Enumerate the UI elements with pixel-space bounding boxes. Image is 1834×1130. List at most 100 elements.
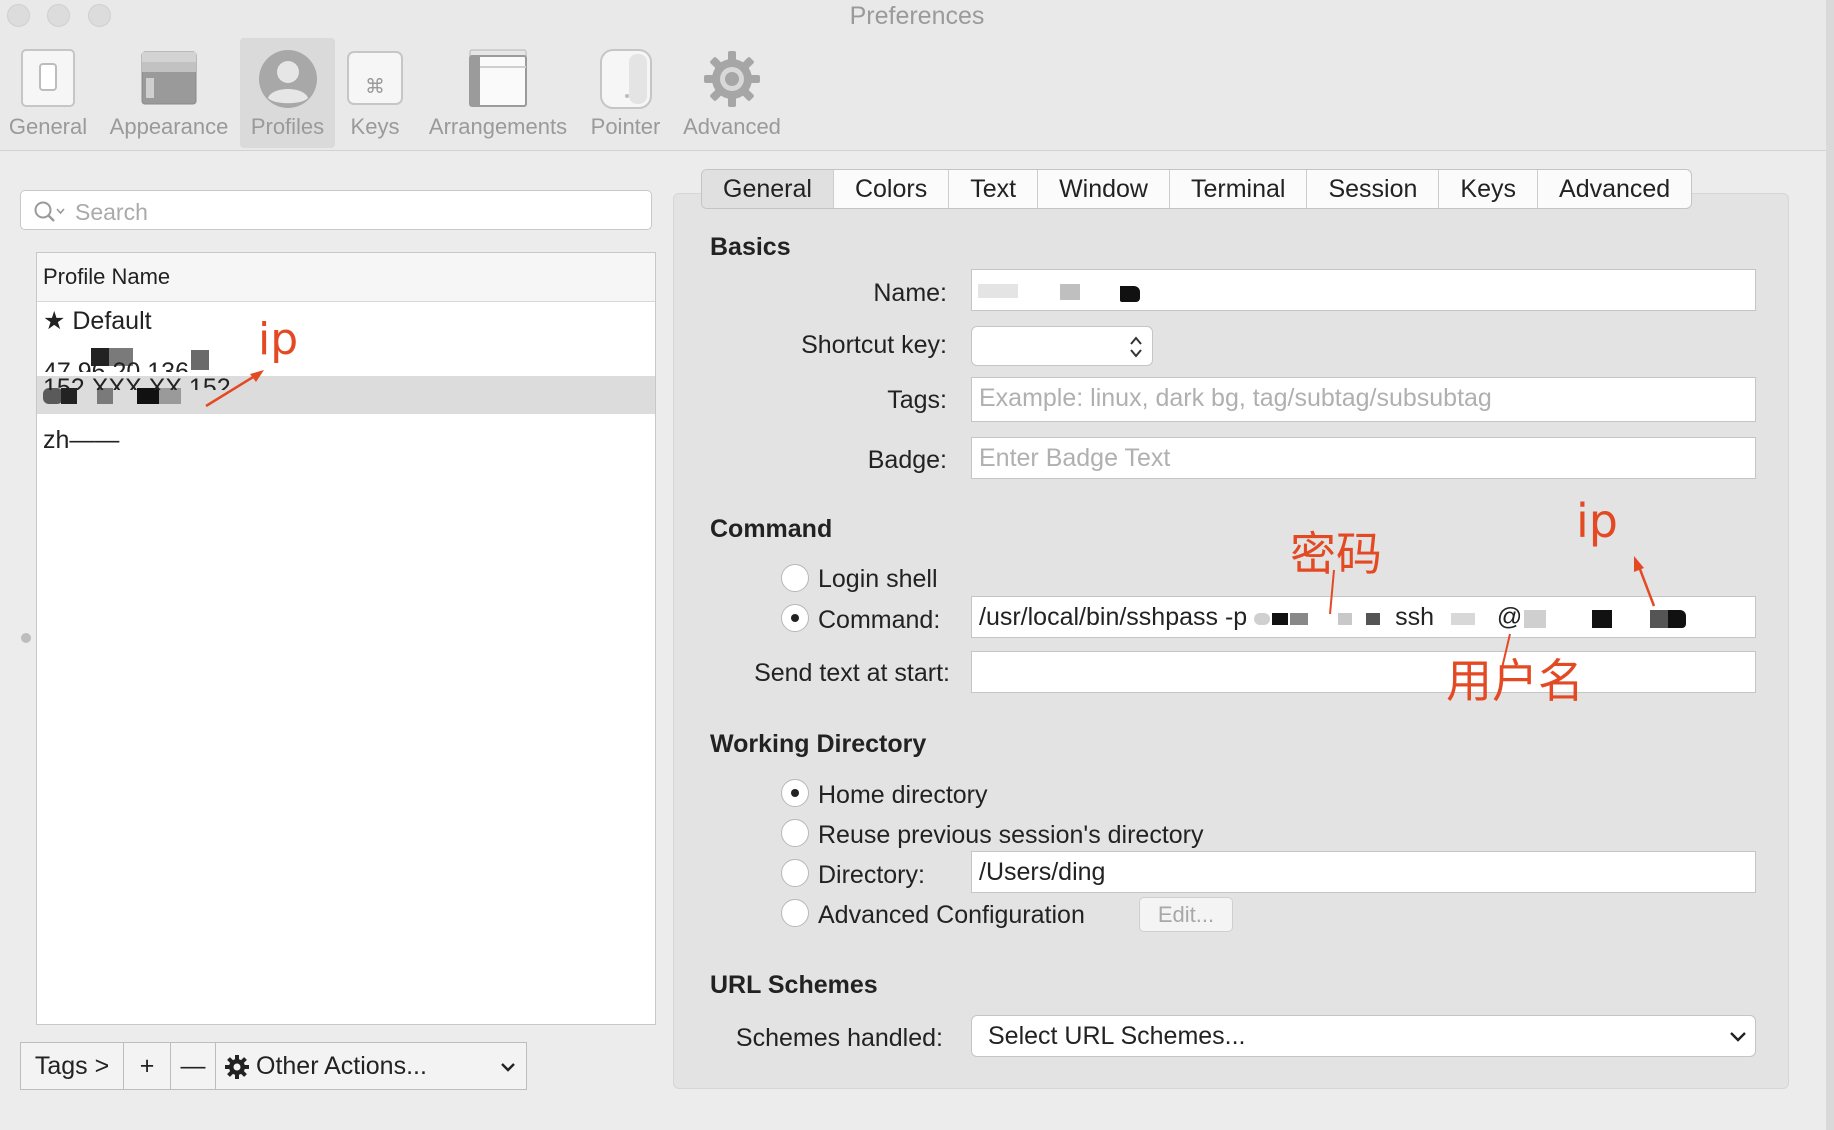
remove-profile-button[interactable]: — bbox=[171, 1043, 216, 1089]
profile-tabs: General Colors Text Window Terminal Sess… bbox=[701, 169, 1693, 209]
toolbar-label-pointer: Pointer bbox=[590, 114, 661, 139]
profile-settings-pane bbox=[673, 193, 1789, 1089]
toolbar-arrangements[interactable]: Arrangements bbox=[420, 38, 576, 148]
toolbar-label-keys: Keys bbox=[350, 114, 400, 139]
command-value-at: @ bbox=[1496, 603, 1523, 631]
badge-input[interactable]: Enter Badge Text bbox=[971, 437, 1756, 479]
profile-search-input[interactable]: Search bbox=[20, 190, 652, 230]
directory-radio[interactable] bbox=[781, 859, 809, 887]
annotation-arrow-left bbox=[205, 370, 264, 408]
directory-input[interactable]: /Users/ding bbox=[971, 851, 1756, 893]
tab-colors[interactable]: Colors bbox=[834, 170, 950, 208]
command-radio[interactable] bbox=[781, 604, 809, 632]
toolbar-label-arrangements: Arrangements bbox=[428, 114, 568, 139]
working-directory-heading: Working Directory bbox=[710, 730, 927, 758]
profile-row-redacted-ip-2[interactable]: 152.XXX.XX.152 bbox=[37, 376, 655, 414]
redaction-block bbox=[978, 284, 1018, 298]
reuse-directory-radio[interactable] bbox=[781, 819, 809, 847]
schemes-handled-label: Schemes handled: bbox=[735, 1024, 943, 1052]
tags-toggle-button[interactable]: Tags > bbox=[21, 1043, 124, 1089]
toolbar-advanced[interactable]: Advanced bbox=[676, 38, 788, 148]
profile-name: Default bbox=[72, 307, 152, 335]
shortcut-key-label: Shortcut key: bbox=[801, 331, 947, 359]
command-value-ssh: ssh bbox=[1388, 603, 1441, 631]
url-schemes-heading: URL Schemes bbox=[710, 971, 878, 999]
windows-arrangement-icon bbox=[469, 49, 527, 107]
toolbar-profiles[interactable]: Profiles bbox=[240, 38, 335, 148]
other-actions-dropdown[interactable]: Other Actions... bbox=[216, 1043, 526, 1089]
login-shell-label: Login shell bbox=[818, 565, 938, 593]
advanced-configuration-radio[interactable] bbox=[781, 899, 809, 927]
toolbar-label-advanced: Advanced bbox=[683, 114, 781, 139]
tab-advanced[interactable]: Advanced bbox=[1538, 170, 1691, 208]
redacted-username bbox=[1441, 609, 1497, 627]
annotation-ip-left: ip bbox=[258, 314, 299, 365]
profile-name-column-header[interactable]: Profile Name bbox=[37, 253, 655, 302]
tab-session[interactable]: Session bbox=[1307, 170, 1440, 208]
login-shell-radio[interactable] bbox=[781, 564, 809, 592]
tab-window[interactable]: Window bbox=[1038, 170, 1170, 208]
annotation-arrow-ip-right bbox=[1634, 556, 1656, 607]
annotation-ip-right: ip bbox=[1576, 494, 1618, 548]
command-key-icon: ⌘ bbox=[347, 51, 403, 105]
home-directory-label: Home directory bbox=[818, 781, 988, 809]
send-text-label: Send text at start: bbox=[754, 659, 950, 687]
window-edge bbox=[1826, 0, 1834, 1130]
toolbar-keys[interactable]: ⌘ Keys bbox=[342, 38, 408, 148]
profile-row-zh[interactable]: zh—— bbox=[37, 421, 655, 459]
profile-row-default[interactable]: ★ Default bbox=[37, 302, 655, 340]
tab-text[interactable]: Text bbox=[949, 170, 1039, 208]
toolbar-label-appearance: Appearance bbox=[109, 114, 229, 139]
tab-general[interactable]: General bbox=[702, 170, 834, 208]
badge-placeholder: Enter Badge Text bbox=[979, 444, 1171, 472]
redaction-block bbox=[61, 388, 77, 404]
tab-terminal[interactable]: Terminal bbox=[1170, 170, 1308, 208]
switch-icon bbox=[21, 49, 75, 107]
advanced-configuration-label: Advanced Configuration bbox=[818, 901, 1085, 929]
redaction-block bbox=[137, 388, 159, 404]
gear-icon bbox=[704, 51, 760, 107]
toolbar-general[interactable]: General bbox=[0, 38, 96, 148]
user-avatar-icon bbox=[258, 50, 317, 108]
badge-label: Badge: bbox=[867, 446, 947, 474]
command-value-prefix: /usr/local/bin/sshpass -p bbox=[979, 603, 1255, 631]
profile-actions-bar: Tags > + — Other Actions... bbox=[20, 1042, 527, 1090]
svg-text:⌘: ⌘ bbox=[365, 74, 385, 98]
home-directory-radio[interactable] bbox=[781, 779, 809, 807]
tags-placeholder: Example: linux, dark bg, tag/subtag/subs… bbox=[979, 384, 1492, 412]
command-heading: Command bbox=[710, 515, 833, 543]
profile-name-field[interactable] bbox=[971, 269, 1756, 311]
annotation-arrow-password bbox=[1329, 569, 1335, 615]
reuse-directory-label: Reuse previous session's directory bbox=[818, 821, 1204, 849]
tab-keys[interactable]: Keys bbox=[1439, 170, 1539, 208]
toolbar-label-general: General bbox=[8, 114, 88, 139]
toolbar-label-profiles: Profiles bbox=[250, 114, 325, 139]
profile-name-partial: 47.96.20.136 bbox=[43, 360, 189, 372]
redaction-block bbox=[1060, 284, 1080, 300]
redaction-block bbox=[97, 388, 113, 404]
search-placeholder: Search bbox=[75, 199, 148, 225]
profile-name: zh—— bbox=[43, 426, 120, 454]
url-schemes-select[interactable]: Select URL Schemes... bbox=[971, 1015, 1756, 1057]
redacted-ip bbox=[1522, 608, 1708, 629]
toolbar-pointer[interactable]: Pointer bbox=[583, 38, 668, 148]
add-profile-button[interactable]: + bbox=[124, 1043, 171, 1089]
basics-heading: Basics bbox=[710, 233, 791, 261]
directory-label: Directory: bbox=[818, 861, 925, 889]
stepper-updown-icon bbox=[1130, 336, 1142, 358]
edit-advanced-configuration-button[interactable]: Edit... bbox=[1139, 897, 1233, 932]
redacted-password bbox=[1254, 609, 1388, 627]
directory-value: /Users/ding bbox=[979, 858, 1106, 886]
profile-row-redacted-ip-1[interactable]: 47.96.20.136 bbox=[37, 340, 655, 378]
split-view-divider-handle[interactable] bbox=[21, 633, 31, 643]
shortcut-key-select[interactable] bbox=[971, 326, 1153, 366]
star-icon: ★ bbox=[43, 306, 66, 335]
command-label: Command: bbox=[818, 606, 941, 634]
redaction-block bbox=[1120, 286, 1140, 302]
profile-list: Profile Name ★ Default 47.96.20.136 152.… bbox=[36, 252, 656, 1025]
tags-input[interactable]: Example: linux, dark bg, tag/subtag/subs… bbox=[971, 377, 1756, 422]
chevron-down-icon bbox=[501, 1063, 515, 1072]
toolbar-appearance[interactable]: Appearance bbox=[104, 38, 234, 148]
send-text-input[interactable] bbox=[971, 651, 1756, 693]
gear-icon bbox=[225, 1055, 249, 1079]
